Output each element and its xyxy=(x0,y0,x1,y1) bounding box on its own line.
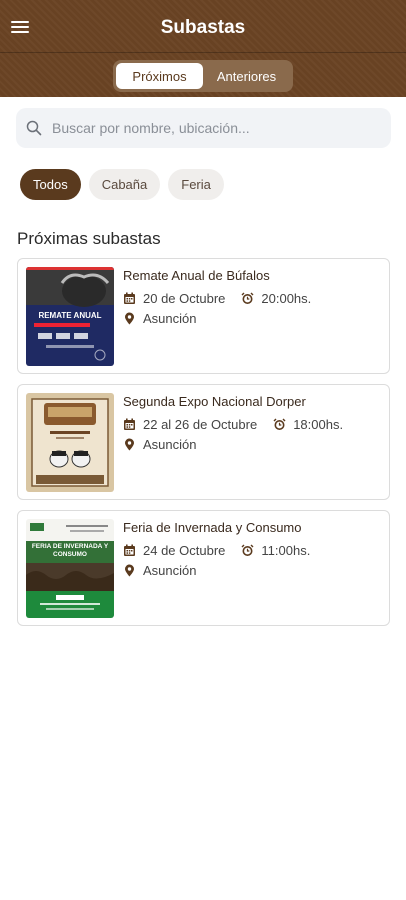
calendar-icon xyxy=(124,292,135,304)
auction-location-row: Asunción xyxy=(123,563,196,578)
alarm-clock-icon xyxy=(241,292,254,304)
auction-title: Feria de Invernada y Consumo xyxy=(123,520,302,535)
tab-proximos[interactable]: Próximos xyxy=(116,63,203,89)
auction-location-row: Asunción xyxy=(123,311,196,326)
auction-image-caption: REMATE ANUAL xyxy=(38,311,102,320)
filter-chips: Todos Cabaña Feria xyxy=(20,169,224,200)
search-input[interactable] xyxy=(52,120,372,136)
tab-switcher: Próximos Anteriores xyxy=(113,60,293,92)
section-title: Próximas subastas xyxy=(17,229,161,248)
auction-location: Asunción xyxy=(143,311,197,326)
location-pin-icon xyxy=(125,312,134,325)
auction-image: FERIA DE INVERNADA Y CONSUMO xyxy=(26,519,114,618)
auction-schedule: 20 de Octubre 20:00hs. xyxy=(123,291,311,306)
auction-image-caption: FERIA DE INVERNADA Y CONSUMO xyxy=(31,543,109,558)
auction-date: 20 de Octubre xyxy=(143,291,226,306)
chip-todos[interactable]: Todos xyxy=(20,169,81,200)
chip-feria[interactable]: Feria xyxy=(168,169,224,200)
auction-card-1[interactable]: REMATE ANUAL Remate Anual de Búfalos 20 … xyxy=(17,258,390,374)
auction-date: 24 de Octubre xyxy=(143,543,226,558)
calendar-icon xyxy=(124,544,135,556)
auction-time: 20:00hs. xyxy=(261,291,312,306)
auction-time: 18:00hs. xyxy=(293,417,344,432)
auction-card-2[interactable]: Segunda Expo Nacional Dorper 22 al 26 de… xyxy=(17,384,390,500)
alarm-clock-icon xyxy=(273,418,286,430)
auction-location: Asunción xyxy=(143,563,197,578)
auction-title: Remate Anual de Búfalos xyxy=(123,268,270,283)
search-bar xyxy=(16,108,391,148)
auction-date: 22 al 26 de Octubre xyxy=(143,417,258,432)
alarm-clock-icon xyxy=(241,544,254,556)
auction-card-3[interactable]: FERIA DE INVERNADA Y CONSUMO Feria de In… xyxy=(17,510,390,626)
header-divider xyxy=(0,52,406,53)
auction-location: Asunción xyxy=(143,437,197,452)
page-title: Subastas xyxy=(160,17,246,38)
auction-title: Segunda Expo Nacional Dorper xyxy=(123,394,306,409)
auction-image: REMATE ANUAL xyxy=(26,267,114,366)
auction-location-row: Asunción xyxy=(123,437,196,452)
auction-schedule: 22 al 26 de Octubre 18:00hs. xyxy=(123,417,343,432)
auction-time: 11:00hs. xyxy=(261,543,311,558)
tab-anteriores[interactable]: Anteriores xyxy=(203,63,290,89)
location-pin-icon xyxy=(125,564,134,577)
auction-schedule: 24 de Octubre 11:00hs. xyxy=(123,543,310,558)
app-header: Subastas Próximos Anteriores xyxy=(0,0,406,97)
location-pin-icon xyxy=(125,438,134,451)
auction-image xyxy=(26,393,114,492)
calendar-icon xyxy=(124,418,135,430)
chip-cabana[interactable]: Cabaña xyxy=(88,169,161,200)
search-icon xyxy=(26,120,42,136)
